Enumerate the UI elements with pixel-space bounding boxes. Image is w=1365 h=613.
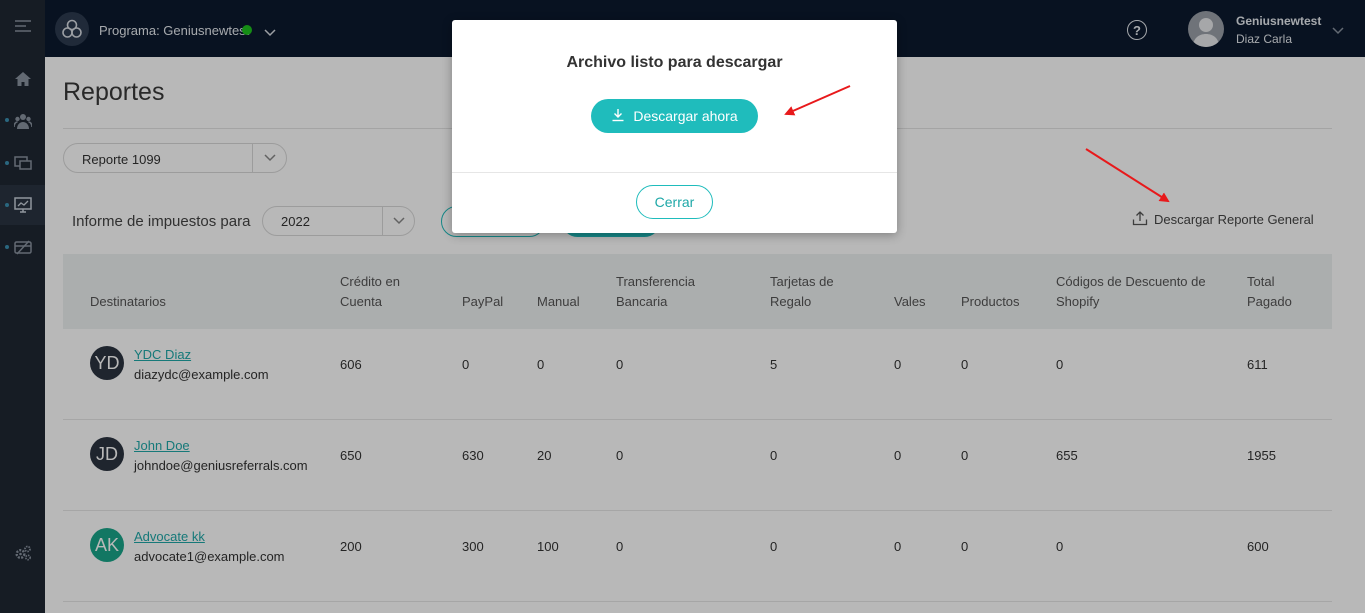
download-icon [611,108,625,125]
close-button[interactable]: Cerrar [636,185,713,219]
download-now-label: Descargar ahora [633,108,738,124]
modal-divider [452,172,897,173]
download-ready-modal: Archivo listo para descargar Descargar a… [452,20,897,233]
download-now-button[interactable]: Descargar ahora [591,99,758,133]
modal-title: Archivo listo para descargar [566,54,783,71]
